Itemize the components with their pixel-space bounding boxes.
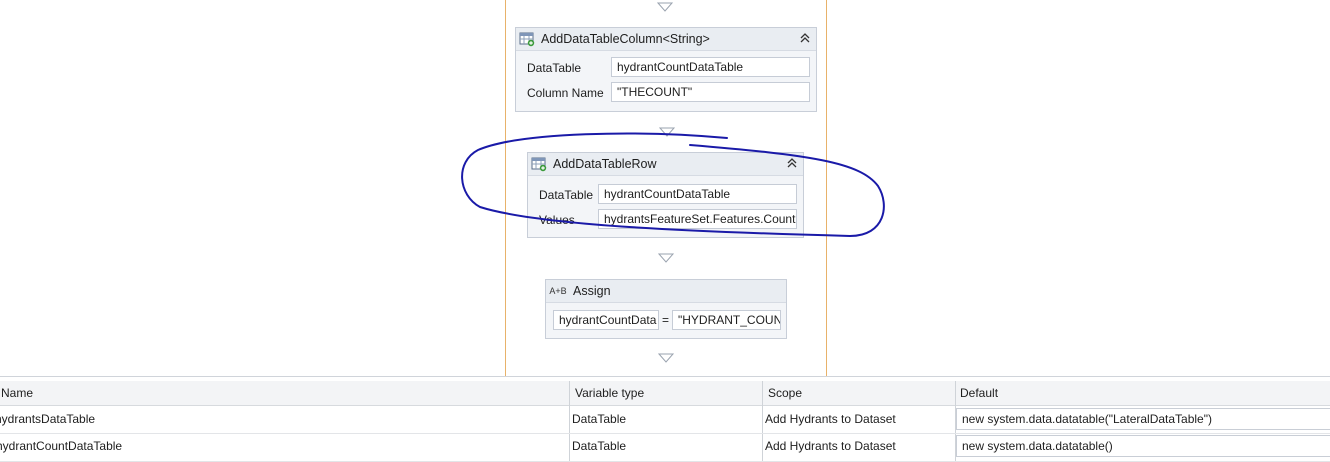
header-default[interactable]: Default bbox=[960, 381, 998, 405]
flow-arrow-icon bbox=[659, 127, 675, 137]
column-name-label: Column Name bbox=[527, 86, 604, 100]
datatable-label: DataTable bbox=[539, 188, 594, 202]
table-row[interactable]: hydrantsDataTable DataTable Add Hydrants… bbox=[0, 406, 1330, 434]
variable-name[interactable]: hydrantsDataTable bbox=[0, 407, 555, 431]
activity-add-datatable-column[interactable]: AddDataTableColumn<String> DataTable hyd… bbox=[515, 27, 817, 112]
variable-type[interactable]: DataTable bbox=[572, 407, 626, 431]
header-scope[interactable]: Scope bbox=[768, 381, 802, 405]
variables-panel: Name Variable type Scope Default hydrant… bbox=[0, 376, 1330, 462]
variable-scope[interactable]: Add Hydrants to Dataset bbox=[765, 407, 896, 431]
datatable-field[interactable]: hydrantCountDataTable bbox=[598, 184, 797, 204]
assign-icon: A+B bbox=[549, 286, 567, 296]
values-label: Values bbox=[539, 213, 575, 227]
assign-to-field[interactable]: hydrantCountData bbox=[553, 310, 659, 330]
activity-add-datatable-row[interactable]: AddDataTableRow DataTable hydrantCountDa… bbox=[527, 152, 804, 238]
collapse-chevrons-icon[interactable] bbox=[798, 31, 812, 45]
variable-default[interactable]: new system.data.datatable() bbox=[956, 435, 1330, 457]
datatable-field[interactable]: hydrantCountDataTable bbox=[611, 57, 810, 77]
flow-arrow-icon bbox=[657, 2, 673, 12]
activity-header[interactable]: A+B Assign bbox=[546, 280, 786, 303]
column-name-field[interactable]: "THECOUNT" bbox=[611, 82, 810, 102]
datatable-icon bbox=[519, 31, 535, 47]
activity-header[interactable]: AddDataTableRow bbox=[528, 153, 803, 176]
activity-title: AddDataTableRow bbox=[553, 157, 657, 171]
datatable-label: DataTable bbox=[527, 61, 582, 75]
activity-assign[interactable]: A+B Assign hydrantCountData = "HYDRANT_C… bbox=[545, 279, 787, 339]
header-variable-type[interactable]: Variable type bbox=[575, 381, 644, 405]
assign-value-field[interactable]: "HYDRANT_COUN bbox=[672, 310, 781, 330]
table-row[interactable]: hydrantCountDataTable DataTable Add Hydr… bbox=[0, 434, 1330, 462]
datatable-icon bbox=[531, 156, 547, 172]
assign-operator: = bbox=[662, 313, 670, 327]
workflow-designer-canvas: AddDataTableColumn<String> DataTable hyd… bbox=[0, 0, 1330, 376]
activity-header[interactable]: AddDataTableColumn<String> bbox=[516, 28, 816, 51]
variable-type[interactable]: DataTable bbox=[572, 434, 626, 458]
flow-arrow-icon bbox=[658, 353, 674, 363]
collapse-chevrons-icon[interactable] bbox=[785, 156, 799, 170]
variable-scope[interactable]: Add Hydrants to Dataset bbox=[765, 434, 896, 458]
header-name[interactable]: Name bbox=[1, 381, 33, 405]
flow-arrow-icon bbox=[658, 253, 674, 263]
variables-header-row: Name Variable type Scope Default bbox=[0, 381, 1330, 406]
variable-default[interactable]: new system.data.datatable("LateralDataTa… bbox=[956, 408, 1330, 430]
values-field[interactable]: hydrantsFeatureSet.Features.Count.t bbox=[598, 209, 797, 229]
activity-title: AddDataTableColumn<String> bbox=[541, 32, 710, 46]
variable-name[interactable]: hydrantCountDataTable bbox=[0, 434, 556, 458]
activity-title: Assign bbox=[573, 284, 611, 298]
